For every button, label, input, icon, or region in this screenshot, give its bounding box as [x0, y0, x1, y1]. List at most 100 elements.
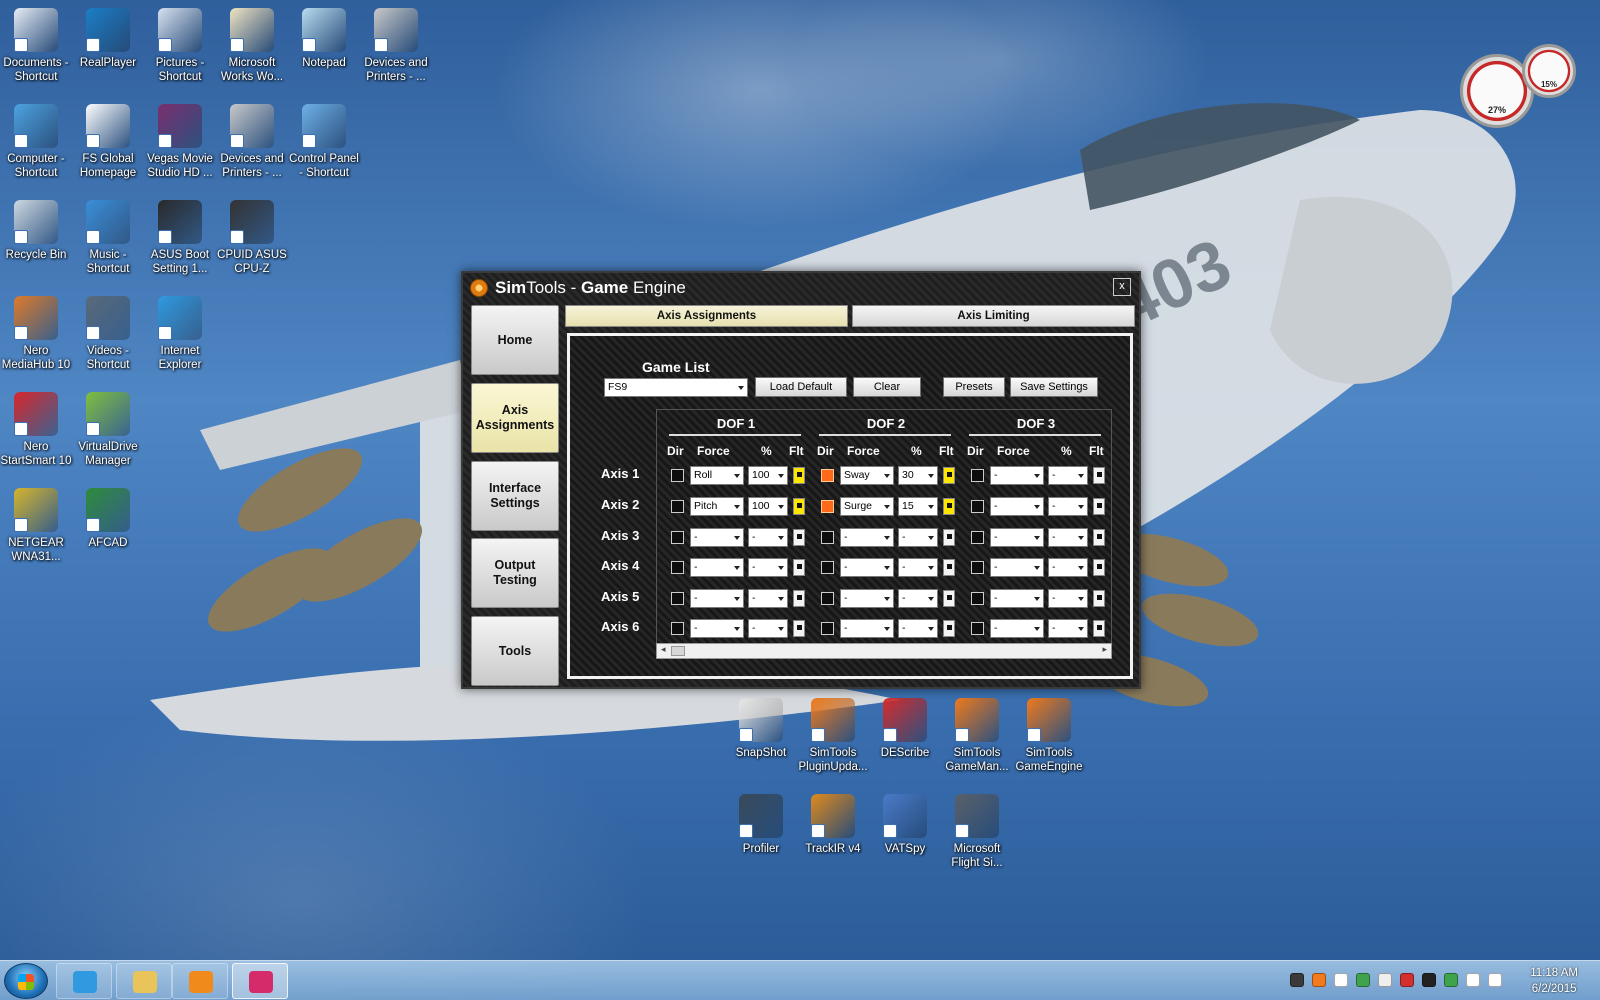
force-select[interactable]: -: [840, 619, 894, 638]
direction-checkbox[interactable]: [821, 592, 834, 605]
taskbar-item[interactable]: [56, 963, 112, 999]
cpu-meter-gadget[interactable]: 27% 15%: [1460, 44, 1580, 134]
direction-checkbox[interactable]: [971, 622, 984, 635]
force-select[interactable]: -: [990, 619, 1044, 638]
filter-toggle[interactable]: [943, 529, 955, 546]
direction-checkbox[interactable]: [971, 592, 984, 605]
direction-checkbox[interactable]: [671, 500, 684, 513]
desktop-icon[interactable]: TrackIR v4: [797, 794, 869, 856]
desktop-icon[interactable]: Videos - Shortcut: [72, 296, 144, 372]
load-default-button[interactable]: Load Default: [755, 377, 847, 397]
filter-toggle[interactable]: [1093, 590, 1105, 607]
desktop-icon[interactable]: Microsoft Works Wo...: [216, 8, 288, 84]
percent-select[interactable]: -: [748, 619, 788, 638]
signal-tray-icon[interactable]: [1466, 973, 1480, 987]
game-list-select[interactable]: FS9: [604, 378, 748, 397]
horizontal-scrollbar[interactable]: ◂ ▸: [656, 643, 1112, 659]
percent-select[interactable]: -: [1048, 558, 1088, 577]
filter-toggle[interactable]: [1093, 559, 1105, 576]
percent-select[interactable]: -: [1048, 497, 1088, 516]
desktop-icon[interactable]: SnapShot: [725, 698, 797, 760]
percent-select[interactable]: -: [1048, 466, 1088, 485]
nav-output-testing[interactable]: Output Testing: [471, 538, 559, 608]
desktop-icon[interactable]: ASUS Boot Setting 1...: [144, 200, 216, 276]
force-select[interactable]: -: [840, 589, 894, 608]
desktop-icon[interactable]: Microsoft Flight Si...: [941, 794, 1013, 870]
simtools-tray-icon[interactable]: [1312, 973, 1326, 987]
filter-toggle[interactable]: [943, 590, 955, 607]
filter-toggle[interactable]: [943, 620, 955, 637]
direction-checkbox[interactable]: [971, 531, 984, 544]
force-select[interactable]: Pitch: [690, 497, 744, 516]
desktop-icon[interactable]: RealPlayer: [72, 8, 144, 70]
device-tray-icon[interactable]: [1378, 973, 1392, 987]
desktop-icon[interactable]: FS Global Homepage: [72, 104, 144, 180]
direction-checkbox[interactable]: [821, 561, 834, 574]
direction-checkbox[interactable]: [671, 561, 684, 574]
percent-select[interactable]: -: [1048, 589, 1088, 608]
desktop-icon[interactable]: Nero MediaHub 10: [0, 296, 72, 372]
percent-select[interactable]: -: [898, 589, 938, 608]
nav-home[interactable]: Home: [471, 305, 559, 375]
desktop-icon[interactable]: VATSpy: [869, 794, 941, 856]
flag-tray-icon[interactable]: [1400, 973, 1414, 987]
force-select[interactable]: -: [690, 528, 744, 547]
filter-toggle[interactable]: [793, 620, 805, 637]
direction-checkbox[interactable]: [821, 500, 834, 513]
direction-checkbox[interactable]: [821, 531, 834, 544]
force-select[interactable]: -: [990, 497, 1044, 516]
save-settings-button[interactable]: Save Settings: [1010, 377, 1098, 397]
close-button[interactable]: x: [1113, 278, 1131, 296]
desktop-icon[interactable]: Notepad: [288, 8, 360, 70]
desktop-icon[interactable]: SimTools GameEngine: [1013, 698, 1085, 774]
filter-toggle[interactable]: [1093, 529, 1105, 546]
force-select[interactable]: -: [990, 466, 1044, 485]
antivirus-tray-icon[interactable]: [1422, 973, 1436, 987]
percent-select[interactable]: -: [1048, 619, 1088, 638]
filter-toggle[interactable]: [793, 529, 805, 546]
taskbar-item[interactable]: [232, 963, 288, 999]
direction-checkbox[interactable]: [971, 500, 984, 513]
force-select[interactable]: -: [990, 528, 1044, 547]
force-select[interactable]: -: [840, 528, 894, 547]
scroll-thumb[interactable]: [671, 646, 685, 656]
filter-toggle[interactable]: [943, 467, 955, 484]
presets-button[interactable]: Presets: [943, 377, 1005, 397]
force-select[interactable]: -: [840, 558, 894, 577]
direction-checkbox[interactable]: [671, 592, 684, 605]
clock[interactable]: 11:18 AM 6/2/2015: [1530, 965, 1578, 997]
force-select[interactable]: -: [690, 619, 744, 638]
percent-select[interactable]: -: [898, 619, 938, 638]
tab-axis-limiting[interactable]: Axis Limiting: [852, 305, 1135, 327]
desktop-icon[interactable]: DEScribe: [869, 698, 941, 760]
desktop-icon[interactable]: Vegas Movie Studio HD ...: [144, 104, 216, 180]
filter-toggle[interactable]: [793, 559, 805, 576]
scroll-right-icon[interactable]: ▸: [1102, 644, 1107, 655]
desktop-icon[interactable]: Profiler: [725, 794, 797, 856]
percent-select[interactable]: -: [898, 528, 938, 547]
desktop-icon[interactable]: Pictures - Shortcut: [144, 8, 216, 84]
taskbar-item[interactable]: [172, 963, 228, 999]
percent-select[interactable]: 100: [748, 497, 788, 516]
direction-checkbox[interactable]: [821, 622, 834, 635]
desktop-icon[interactable]: CPUID ASUS CPU-Z: [216, 200, 288, 276]
start-button[interactable]: [4, 963, 48, 999]
desktop-icon[interactable]: NETGEAR WNA31...: [0, 488, 72, 564]
volume-icon[interactable]: [1488, 973, 1502, 987]
percent-select[interactable]: -: [748, 558, 788, 577]
percent-select[interactable]: -: [898, 558, 938, 577]
desktop-icon[interactable]: SimTools GameMan...: [941, 698, 1013, 774]
network-gadget-icon[interactable]: [1290, 973, 1304, 987]
direction-checkbox[interactable]: [971, 469, 984, 482]
force-select[interactable]: Roll: [690, 466, 744, 485]
percent-select[interactable]: 15: [898, 497, 938, 516]
nav-interface-settings[interactable]: Interface Settings: [471, 461, 559, 531]
tab-axis-assignments[interactable]: Axis Assignments: [565, 305, 848, 327]
windows-tray-icon[interactable]: [1334, 973, 1348, 987]
filter-toggle[interactable]: [943, 559, 955, 576]
arrow-tray-icon[interactable]: [1444, 973, 1458, 987]
filter-toggle[interactable]: [943, 498, 955, 515]
desktop-icon[interactable]: Music - Shortcut: [72, 200, 144, 276]
desktop-icon[interactable]: Devices and Printers - ...: [360, 8, 432, 84]
direction-checkbox[interactable]: [821, 469, 834, 482]
